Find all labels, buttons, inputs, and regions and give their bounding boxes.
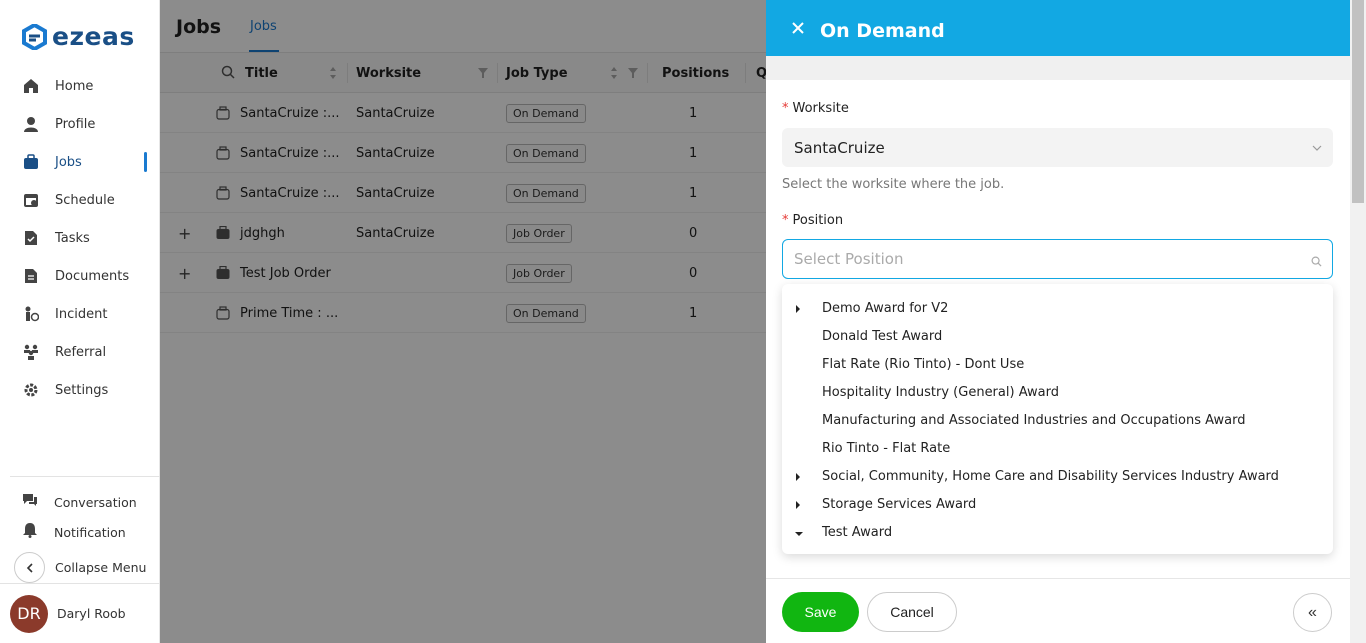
drawer-header: On Demand [766, 0, 1350, 56]
logo-mark-icon [22, 23, 47, 50]
sidebar-item-label: Documents [55, 268, 130, 284]
chevron-left-icon [14, 552, 45, 583]
sidebar-item-label: Jobs [55, 154, 82, 170]
worksite-label: * Worksite [782, 101, 849, 116]
sidebar-item-notification[interactable]: Notification [10, 517, 160, 547]
collapse-drawer-button[interactable]: « [1293, 593, 1332, 632]
user-profile[interactable]: DR Daryl Roob [0, 583, 160, 643]
sidebar-item-jobs[interactable]: Jobs [0, 143, 160, 181]
position-option[interactable]: Donald Test Award [782, 322, 1333, 350]
cancel-button[interactable]: Cancel [867, 592, 957, 632]
close-icon[interactable] [788, 18, 808, 38]
position-option[interactable]: Demo Award for V2 [782, 294, 1333, 322]
collapse-menu-label: Collapse Menu [55, 560, 147, 575]
worksite-label-text: Worksite [792, 101, 849, 116]
clipboard-icon [22, 230, 39, 247]
sidebar-item-label: Tasks [55, 230, 90, 246]
position-label-text: Position [792, 213, 844, 228]
drawer-subheader [766, 56, 1350, 80]
caret-right-icon[interactable] [794, 499, 802, 509]
position-option-label: Donald Test Award [822, 328, 943, 344]
sidebar-bottom-nav: Conversation Notification [10, 476, 160, 547]
position-option-label: Social, Community, Home Care and Disabil… [822, 468, 1279, 484]
position-option-label: Hospitality Industry (General) Award [822, 384, 1060, 400]
required-mark: * [782, 213, 789, 228]
sidebar-item-documents[interactable]: Documents [0, 257, 160, 295]
sidebar-item-label: Conversation [54, 494, 137, 510]
required-mark: * [782, 101, 789, 116]
avatar: DR [10, 594, 48, 633]
incident-icon [22, 306, 39, 323]
document-icon [22, 268, 39, 285]
position-option[interactable]: Storage Services Award [782, 490, 1333, 518]
position-select[interactable]: Select Position [782, 239, 1333, 279]
sidebar-item-profile[interactable]: Profile [0, 105, 160, 143]
sidebar-item-label: Home [55, 78, 94, 94]
sidebar-item-tasks[interactable]: Tasks [0, 219, 160, 257]
home-icon [22, 78, 39, 95]
position-dropdown: Demo Award for V2 Donald Test Award Flat R… [782, 284, 1333, 554]
sidebar-nav: Home Profile Jobs Schedule Tasks Documen… [0, 67, 160, 409]
drawer-footer: Save Cancel « [766, 578, 1350, 643]
sidebar-item-label: Referral [55, 344, 107, 360]
on-demand-drawer: On Demand * Worksite SantaCruize Select t… [766, 0, 1366, 643]
sidebar-item-label: Schedule [55, 192, 115, 208]
sidebar-item-settings[interactable]: Settings [0, 371, 160, 409]
sidebar-item-label: Notification [54, 524, 126, 540]
position-option-label: Flat Rate (Rio Tinto) - Dont Use [822, 356, 1025, 372]
position-option[interactable]: Social, Community, Home Care and Disabil… [782, 462, 1333, 490]
sidebar-item-label: Settings [55, 382, 109, 398]
caret-right-icon[interactable] [794, 471, 802, 481]
app-logo[interactable]: ezeas [22, 22, 135, 51]
sidebar-item-home[interactable]: Home [0, 67, 160, 105]
position-option-label: Rio Tinto - Flat Rate [822, 440, 951, 456]
caret-down-icon[interactable] [794, 527, 803, 537]
position-option-label: Test Award [822, 524, 893, 540]
position-option[interactable]: Flat Rate (Rio Tinto) - Dont Use [782, 350, 1333, 378]
save-button[interactable]: Save [782, 592, 859, 632]
position-option[interactable]: Manufacturing and Associated Industries … [782, 406, 1333, 434]
calendar-icon [22, 192, 39, 209]
sidebar-item-schedule[interactable]: Schedule [0, 181, 160, 219]
bell-icon [22, 522, 38, 542]
search-icon [1311, 253, 1322, 271]
sidebar-item-label: Incident [55, 306, 108, 322]
user-icon [22, 116, 39, 133]
sidebar-item-label: Profile [55, 116, 96, 132]
worksite-select[interactable]: SantaCruize [782, 128, 1333, 167]
logo-text: ezeas [52, 22, 135, 51]
position-option-label: Storage Services Award [822, 496, 977, 512]
position-option[interactable]: Test Award [782, 518, 1333, 546]
drawer-title: On Demand [820, 20, 945, 42]
gear-icon [22, 382, 39, 399]
sidebar-item-referral[interactable]: Referral [0, 333, 160, 371]
collapse-menu-button[interactable]: Collapse Menu [14, 552, 146, 583]
worksite-select-value: SantaCruize [794, 138, 885, 157]
caret-right-icon[interactable] [794, 303, 802, 313]
chevron-down-icon [1311, 140, 1323, 158]
position-option-label: Demo Award for V2 [822, 300, 949, 316]
position-option[interactable]: Hospitality Industry (General) Award [782, 378, 1333, 406]
position-label: * Position [782, 213, 843, 228]
sidebar-item-conversation[interactable]: Conversation [10, 487, 160, 517]
briefcase-icon [22, 154, 39, 171]
chat-icon [22, 492, 38, 512]
sidebar: ezeas Home Profile Jobs Schedule Tasks D… [0, 0, 160, 643]
position-option-label: Manufacturing and Associated Industries … [822, 412, 1246, 428]
position-select-placeholder: Select Position [794, 250, 904, 268]
referral-icon [22, 344, 39, 361]
position-option[interactable]: Rio Tinto - Flat Rate [782, 434, 1333, 462]
worksite-hint: Select the worksite where the job. [782, 177, 1005, 192]
user-name: Daryl Roob [57, 606, 126, 621]
sidebar-item-incident[interactable]: Incident [0, 295, 160, 333]
scrollbar-thumb[interactable] [1352, 0, 1364, 203]
